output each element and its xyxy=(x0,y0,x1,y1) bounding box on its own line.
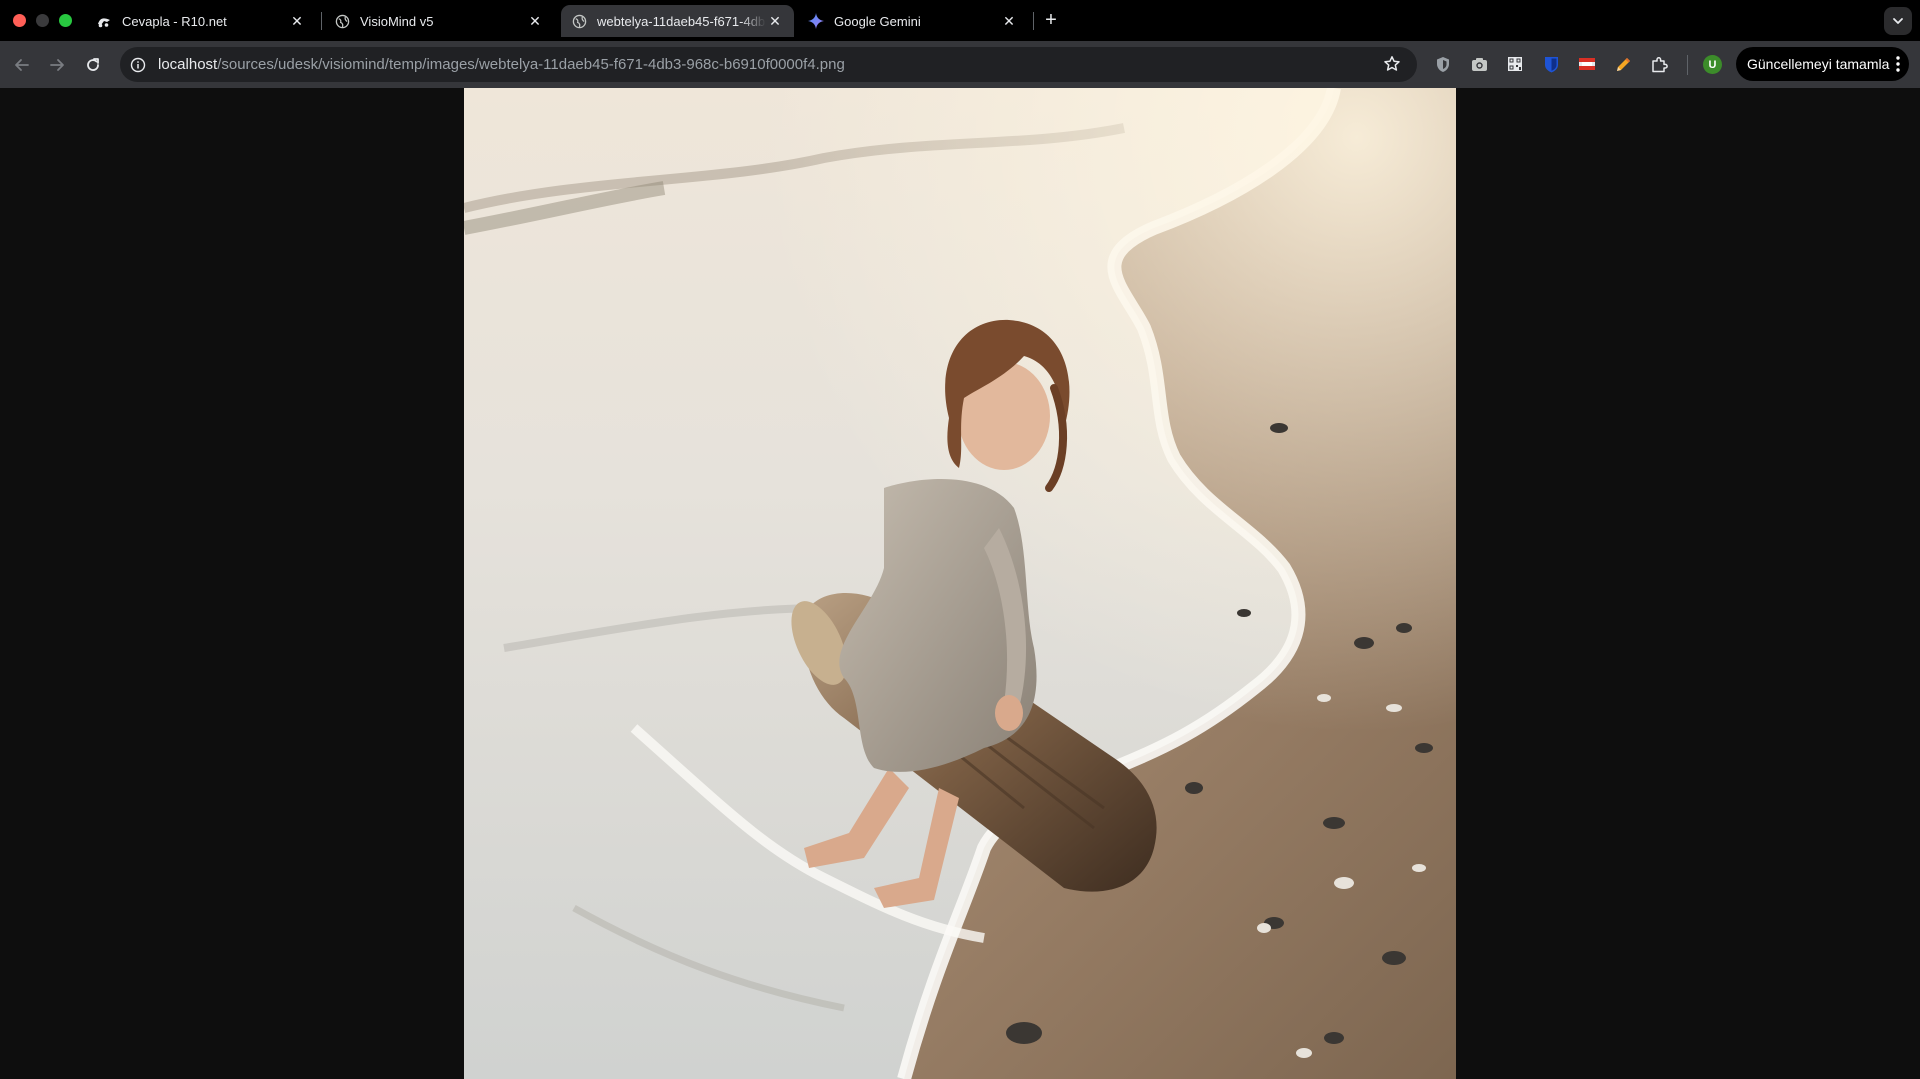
new-tab-button[interactable]: + xyxy=(1040,9,1062,31)
reload-icon xyxy=(87,58,99,71)
shield-extension-icon[interactable] xyxy=(1433,54,1453,74)
tab-webtelya-image[interactable]: webtelya-11daeb45-f671-4db3-968c-b6910f0… xyxy=(561,5,794,37)
r10-icon xyxy=(96,13,112,29)
close-icon[interactable]: ✕ xyxy=(766,12,784,30)
arrow-left-icon xyxy=(15,59,29,71)
more-vert-icon xyxy=(1896,56,1900,72)
browser-toolbar: localhost/sources/udesk/visiomind/temp/i… xyxy=(0,41,1920,88)
tab-divider xyxy=(321,12,322,30)
close-icon[interactable]: ✕ xyxy=(526,12,544,30)
url-path: /sources/udesk/visiomind/temp/images/web… xyxy=(217,56,845,73)
globe-icon xyxy=(334,13,350,29)
chevron-down-icon xyxy=(1893,18,1903,24)
image-viewer xyxy=(0,88,1920,1079)
tab-divider xyxy=(1033,12,1034,30)
window-minimize-button[interactable] xyxy=(36,14,49,27)
address-bar[interactable]: localhost/sources/udesk/visiomind/temp/i… xyxy=(120,47,1417,82)
profile-avatar[interactable]: U xyxy=(1703,55,1722,74)
bitwarden-extension-icon[interactable] xyxy=(1541,54,1561,74)
reload-button[interactable] xyxy=(79,51,107,79)
url-text[interactable]: localhost/sources/udesk/visiomind/temp/i… xyxy=(158,56,845,73)
tab-strip: Cevapla - R10.net ✕ VisioMind v5 ✕ webte… xyxy=(0,0,1920,41)
tab-search-button[interactable] xyxy=(1884,7,1912,35)
displayed-image[interactable] xyxy=(464,88,1456,1079)
toolbar-divider xyxy=(1687,55,1688,75)
window-close-button[interactable] xyxy=(13,14,26,27)
tab-cevapla[interactable]: Cevapla - R10.net ✕ xyxy=(86,5,316,37)
tab-title: webtelya-11daeb45-f671-4db3-968c-b6910f0… xyxy=(597,13,766,29)
close-icon[interactable]: ✕ xyxy=(288,12,306,30)
site-info-icon[interactable] xyxy=(130,57,146,73)
flag-extension-icon[interactable] xyxy=(1577,54,1597,74)
bookmark-star-icon[interactable] xyxy=(1383,55,1401,73)
beach-photo-illustration xyxy=(464,88,1456,1079)
update-button-label: Güncellemeyi tamamla xyxy=(1747,56,1890,72)
tab-google-gemini[interactable]: Google Gemini ✕ xyxy=(798,5,1028,37)
tab-visiomind[interactable]: VisioMind v5 ✕ xyxy=(324,5,554,37)
close-icon[interactable]: ✕ xyxy=(1000,12,1018,30)
update-button[interactable]: Güncellemeyi tamamla xyxy=(1736,47,1909,81)
tab-title: Google Gemini xyxy=(834,13,921,29)
extensions-puzzle-icon[interactable] xyxy=(1649,54,1669,74)
back-button[interactable] xyxy=(8,51,36,79)
arrow-right-icon xyxy=(50,59,64,71)
tab-title: VisioMind v5 xyxy=(360,13,434,29)
qr-code-extension-icon[interactable] xyxy=(1505,54,1525,74)
url-host: localhost xyxy=(158,56,218,73)
pencil-extension-icon[interactable] xyxy=(1613,54,1633,74)
camera-extension-icon[interactable] xyxy=(1469,54,1489,74)
forward-button[interactable] xyxy=(43,51,71,79)
window-maximize-button[interactable] xyxy=(59,14,72,27)
tab-title: Cevapla - R10.net xyxy=(122,13,227,29)
gemini-icon xyxy=(808,13,824,29)
globe-icon xyxy=(571,13,587,29)
